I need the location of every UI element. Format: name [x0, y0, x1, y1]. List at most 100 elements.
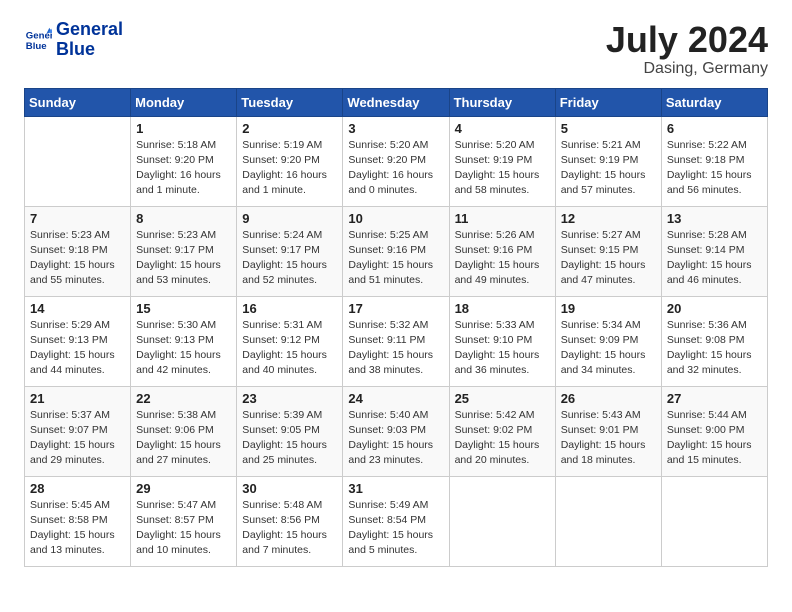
- calendar-header: SundayMondayTuesdayWednesdayThursdayFrid…: [25, 88, 768, 116]
- calendar-cell: 31 Sunrise: 5:49 AM Sunset: 8:54 PM Dayli…: [343, 476, 449, 566]
- day-info: Sunrise: 5:43 AM Sunset: 9:01 PM Dayligh…: [561, 408, 656, 469]
- calendar-cell: 10 Sunrise: 5:25 AM Sunset: 9:16 PM Dayli…: [343, 206, 449, 296]
- calendar-cell: 23Sunrise: 5:39 AM Sunset: 9:05 PM Dayli…: [237, 386, 343, 476]
- calendar-cell: 12 Sunrise: 5:27 AM Sunset: 9:15 PM Dayli…: [555, 206, 661, 296]
- calendar-week-4: 21 Sunrise: 5:37 AM Sunset: 9:07 PM Dayli…: [25, 386, 768, 476]
- day-number: 21: [30, 391, 125, 406]
- weekday-monday: Monday: [131, 88, 237, 116]
- day-number: 31: [348, 481, 443, 496]
- calendar-title: July 2024: [606, 20, 768, 60]
- calendar-cell: 22 Sunrise: 5:38 AM Sunset: 9:06 PM Dayli…: [131, 386, 237, 476]
- day-info: Sunrise: 5:21 AM Sunset: 9:19 PM Dayligh…: [561, 138, 656, 199]
- day-number: 9: [242, 211, 337, 226]
- day-number: 27: [667, 391, 762, 406]
- calendar-cell: 26 Sunrise: 5:43 AM Sunset: 9:01 PM Dayli…: [555, 386, 661, 476]
- calendar-cell: [661, 476, 767, 566]
- day-number: 28: [30, 481, 125, 496]
- day-info: Sunrise: 5:49 AM Sunset: 8:54 PM Dayligh…: [348, 498, 443, 559]
- day-info: Sunrise: 5:38 AM Sunset: 9:06 PM Dayligh…: [136, 408, 231, 469]
- weekday-sunday: Sunday: [25, 88, 131, 116]
- day-number: 24: [348, 391, 443, 406]
- day-info: Sunrise: 5:33 AM Sunset: 9:10 PM Dayligh…: [455, 318, 550, 379]
- calendar-cell: [555, 476, 661, 566]
- day-info: Sunrise: 5:23 AM Sunset: 9:17 PM Dayligh…: [136, 228, 231, 289]
- day-number: 16: [242, 301, 337, 316]
- calendar-cell: 18Sunrise: 5:33 AM Sunset: 9:10 PM Dayli…: [449, 296, 555, 386]
- calendar-cell: 27Sunrise: 5:44 AM Sunset: 9:00 PM Dayli…: [661, 386, 767, 476]
- day-number: 4: [455, 121, 550, 136]
- day-info: Sunrise: 5:47 AM Sunset: 8:57 PM Dayligh…: [136, 498, 231, 559]
- calendar-cell: 3Sunrise: 5:20 AM Sunset: 9:20 PM Daylig…: [343, 116, 449, 206]
- day-info: Sunrise: 5:29 AM Sunset: 9:13 PM Dayligh…: [30, 318, 125, 379]
- day-number: 25: [455, 391, 550, 406]
- logo: General Blue General Blue: [24, 20, 123, 60]
- day-info: Sunrise: 5:20 AM Sunset: 9:20 PM Dayligh…: [348, 138, 443, 199]
- day-info: Sunrise: 5:20 AM Sunset: 9:19 PM Dayligh…: [455, 138, 550, 199]
- calendar-cell: 29 Sunrise: 5:47 AM Sunset: 8:57 PM Dayli…: [131, 476, 237, 566]
- day-info: Sunrise: 5:48 AM Sunset: 8:56 PM Dayligh…: [242, 498, 337, 559]
- day-info: Sunrise: 5:25 AM Sunset: 9:16 PM Dayligh…: [348, 228, 443, 289]
- calendar-cell: 7 Sunrise: 5:23 AM Sunset: 9:18 PM Daylig…: [25, 206, 131, 296]
- calendar-cell: 15 Sunrise: 5:30 AM Sunset: 9:13 PM Dayli…: [131, 296, 237, 386]
- calendar-cell: 20Sunrise: 5:36 AM Sunset: 9:08 PM Dayli…: [661, 296, 767, 386]
- calendar-week-1: 1 Sunrise: 5:18 AM Sunset: 9:20 PM Daylig…: [25, 116, 768, 206]
- title-block: July 2024 Dasing, Germany: [606, 20, 768, 78]
- day-info: Sunrise: 5:40 AM Sunset: 9:03 PM Dayligh…: [348, 408, 443, 469]
- day-info: Sunrise: 5:30 AM Sunset: 9:13 PM Dayligh…: [136, 318, 231, 379]
- day-number: 1: [136, 121, 231, 136]
- weekday-saturday: Saturday: [661, 88, 767, 116]
- day-number: 14: [30, 301, 125, 316]
- day-info: Sunrise: 5:42 AM Sunset: 9:02 PM Dayligh…: [455, 408, 550, 469]
- day-info: Sunrise: 5:23 AM Sunset: 9:18 PM Dayligh…: [30, 228, 125, 289]
- calendar-cell: 13Sunrise: 5:28 AM Sunset: 9:14 PM Dayli…: [661, 206, 767, 296]
- calendar-cell: 9Sunrise: 5:24 AM Sunset: 9:17 PM Daylig…: [237, 206, 343, 296]
- day-info: Sunrise: 5:34 AM Sunset: 9:09 PM Dayligh…: [561, 318, 656, 379]
- day-number: 17: [348, 301, 443, 316]
- weekday-thursday: Thursday: [449, 88, 555, 116]
- day-number: 7: [30, 211, 125, 226]
- day-number: 26: [561, 391, 656, 406]
- calendar-cell: 11 Sunrise: 5:26 AM Sunset: 9:16 PM Dayli…: [449, 206, 555, 296]
- calendar-table: SundayMondayTuesdayWednesdayThursdayFrid…: [24, 88, 768, 567]
- calendar-cell: 16Sunrise: 5:31 AM Sunset: 9:12 PM Dayli…: [237, 296, 343, 386]
- calendar-location: Dasing, Germany: [606, 60, 768, 78]
- day-info: Sunrise: 5:28 AM Sunset: 9:14 PM Dayligh…: [667, 228, 762, 289]
- weekday-tuesday: Tuesday: [237, 88, 343, 116]
- logo-icon: General Blue: [24, 26, 52, 54]
- day-number: 12: [561, 211, 656, 226]
- day-number: 6: [667, 121, 762, 136]
- calendar-week-3: 14 Sunrise: 5:29 AM Sunset: 9:13 PM Dayli…: [25, 296, 768, 386]
- day-number: 30: [242, 481, 337, 496]
- day-number: 22: [136, 391, 231, 406]
- day-info: Sunrise: 5:26 AM Sunset: 9:16 PM Dayligh…: [455, 228, 550, 289]
- calendar-cell: 24 Sunrise: 5:40 AM Sunset: 9:03 PM Dayli…: [343, 386, 449, 476]
- day-number: 19: [561, 301, 656, 316]
- calendar-cell: 1 Sunrise: 5:18 AM Sunset: 9:20 PM Daylig…: [131, 116, 237, 206]
- day-number: 15: [136, 301, 231, 316]
- calendar-cell: 2 Sunrise: 5:19 AM Sunset: 9:20 PM Daylig…: [237, 116, 343, 206]
- day-number: 10: [348, 211, 443, 226]
- day-number: 5: [561, 121, 656, 136]
- calendar-week-5: 28Sunrise: 5:45 AM Sunset: 8:58 PM Dayli…: [25, 476, 768, 566]
- calendar-cell: 6Sunrise: 5:22 AM Sunset: 9:18 PM Daylig…: [661, 116, 767, 206]
- calendar-cell: 30 Sunrise: 5:48 AM Sunset: 8:56 PM Dayli…: [237, 476, 343, 566]
- day-info: Sunrise: 5:19 AM Sunset: 9:20 PM Dayligh…: [242, 138, 337, 199]
- calendar-cell: [25, 116, 131, 206]
- svg-text:Blue: Blue: [26, 41, 47, 52]
- calendar-cell: 5 Sunrise: 5:21 AM Sunset: 9:19 PM Daylig…: [555, 116, 661, 206]
- day-number: 29: [136, 481, 231, 496]
- calendar-cell: 14 Sunrise: 5:29 AM Sunset: 9:13 PM Dayli…: [25, 296, 131, 386]
- day-number: 20: [667, 301, 762, 316]
- calendar-cell: [449, 476, 555, 566]
- day-info: Sunrise: 5:27 AM Sunset: 9:15 PM Dayligh…: [561, 228, 656, 289]
- calendar-cell: 25 Sunrise: 5:42 AM Sunset: 9:02 PM Dayli…: [449, 386, 555, 476]
- calendar-cell: 4 Sunrise: 5:20 AM Sunset: 9:19 PM Daylig…: [449, 116, 555, 206]
- logo-text: General Blue: [56, 20, 123, 60]
- day-number: 11: [455, 211, 550, 226]
- day-info: Sunrise: 5:18 AM Sunset: 9:20 PM Dayligh…: [136, 138, 231, 199]
- page-header: General Blue General Blue July 2024 Dasi…: [24, 20, 768, 78]
- day-info: Sunrise: 5:32 AM Sunset: 9:11 PM Dayligh…: [348, 318, 443, 379]
- calendar-cell: 28Sunrise: 5:45 AM Sunset: 8:58 PM Dayli…: [25, 476, 131, 566]
- day-info: Sunrise: 5:37 AM Sunset: 9:07 PM Dayligh…: [30, 408, 125, 469]
- day-number: 2: [242, 121, 337, 136]
